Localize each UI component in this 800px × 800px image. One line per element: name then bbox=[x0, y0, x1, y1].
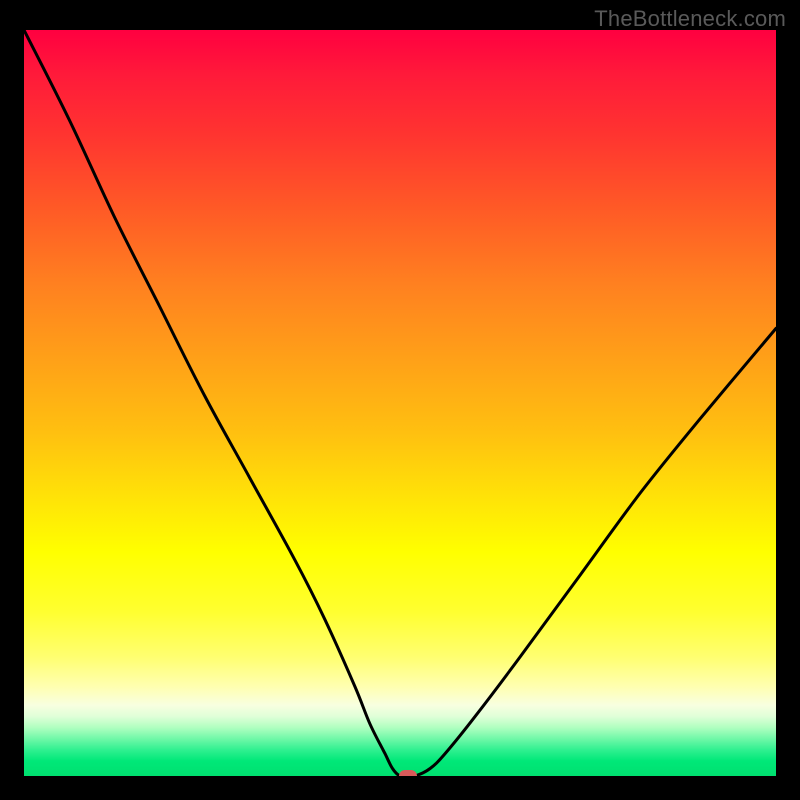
watermark-text: TheBottleneck.com bbox=[594, 6, 786, 32]
chart-container: TheBottleneck.com bbox=[0, 0, 800, 800]
bottleneck-line bbox=[24, 30, 776, 776]
minimum-marker bbox=[399, 770, 417, 776]
plot-area bbox=[24, 30, 776, 776]
curve-svg bbox=[24, 30, 776, 776]
